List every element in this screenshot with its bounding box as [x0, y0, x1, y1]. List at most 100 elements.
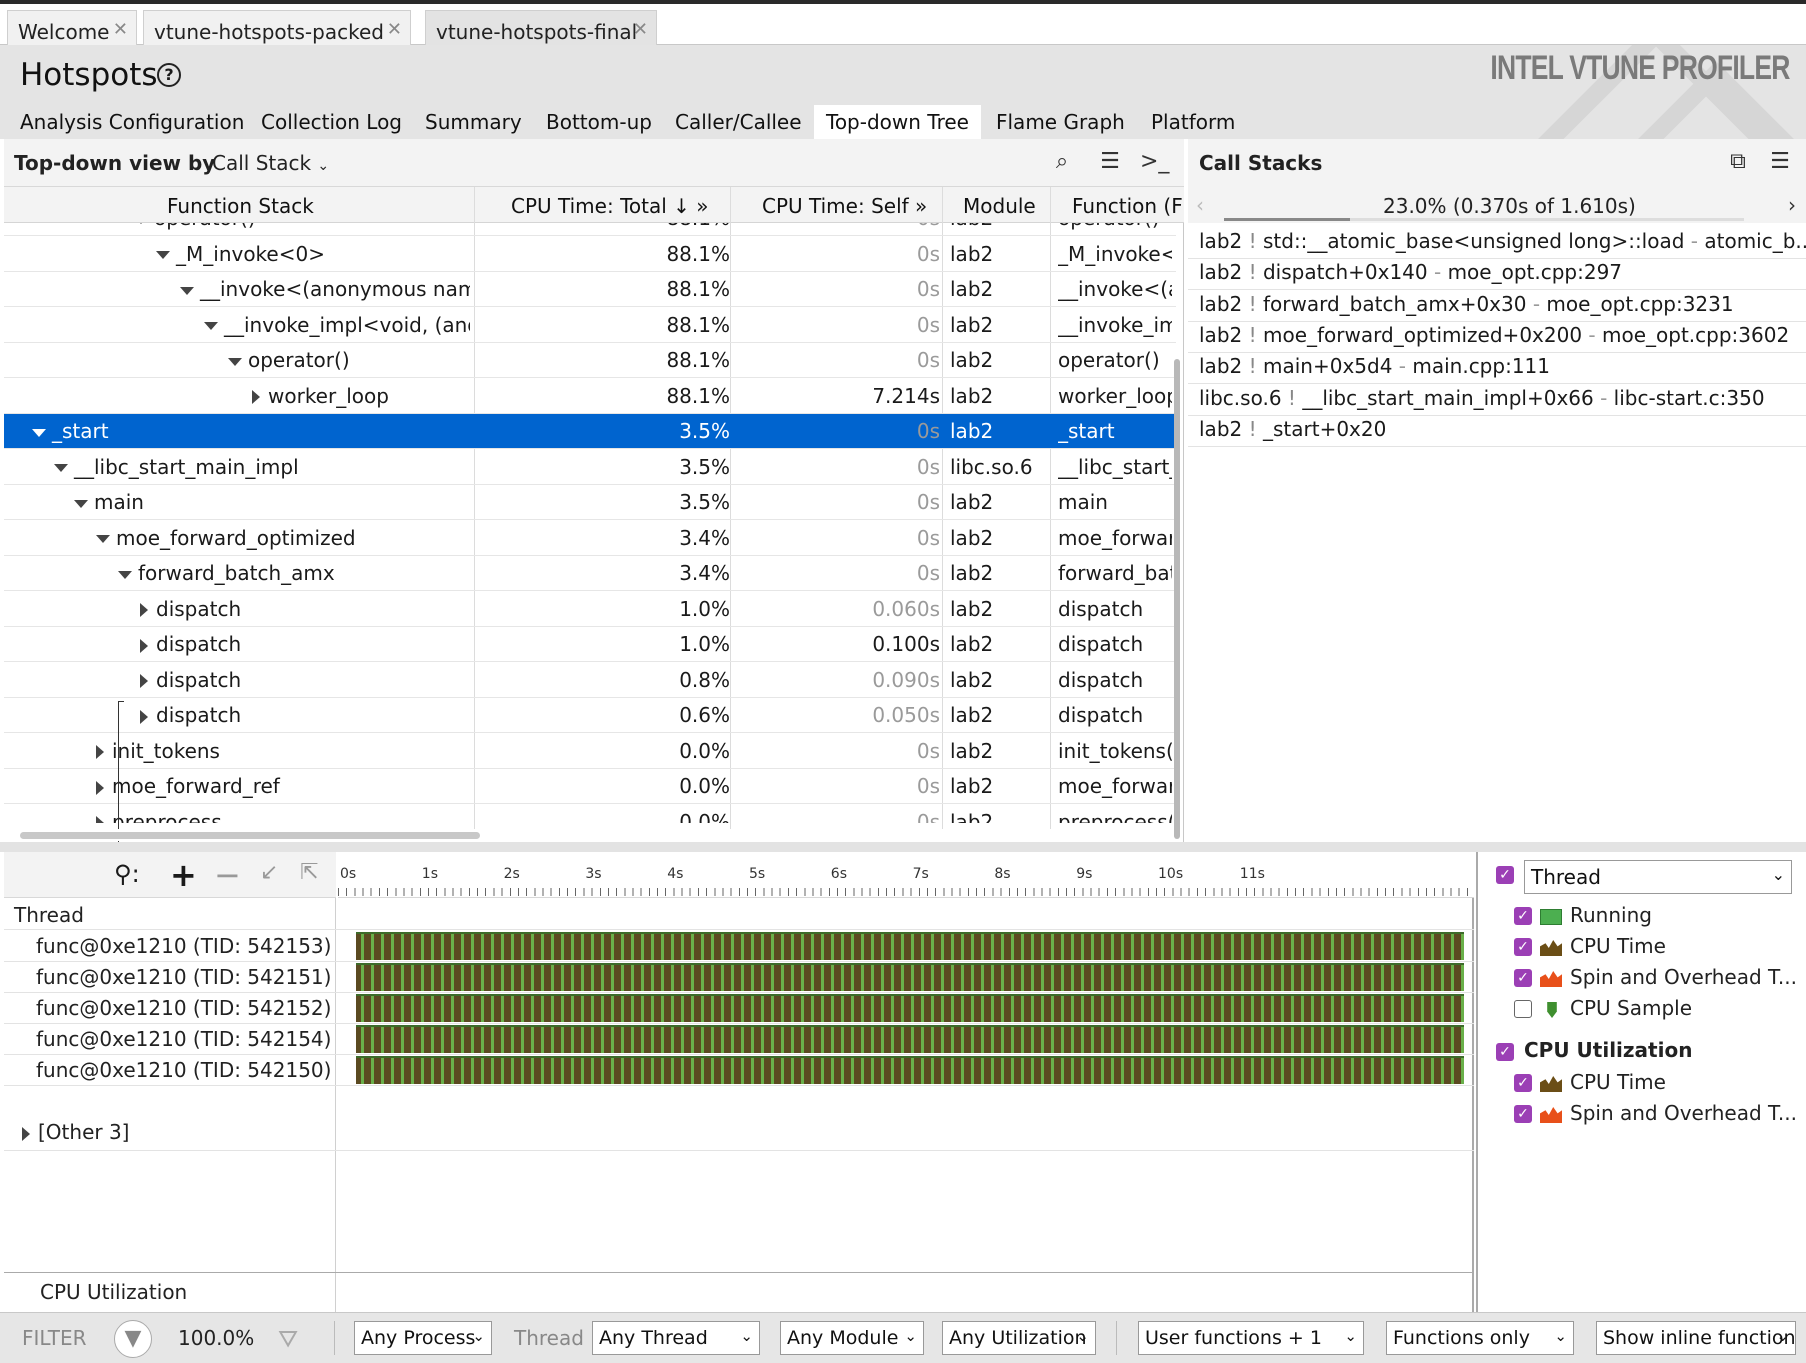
scroll-thumb[interactable]	[20, 832, 480, 839]
table-row[interactable]: operator() 88.1% 0s lab2 operator()	[4, 223, 1176, 236]
chevron-left-icon[interactable]: ‹	[1196, 193, 1204, 217]
table-row[interactable]: moe_forward_optimized 3.4% 0s lab2 moe_forwa…	[4, 521, 1176, 556]
collapse-icon[interactable]	[156, 251, 170, 259]
close-icon[interactable]: ✕	[113, 19, 128, 40]
table-row[interactable]: forward_batch_amx 3.4% 0s lab2 forward_bat	[4, 556, 1176, 591]
table-row[interactable]: worker_loop 88.1% 7.214s lab2 worker_loop	[4, 379, 1176, 414]
table-row[interactable]: dispatch 1.0% 0.060s lab2 dispatch	[4, 592, 1176, 627]
panel-splitter[interactable]	[0, 842, 1806, 852]
column-function-stack[interactable]: Function Stack	[167, 194, 314, 218]
chevron-right-icon[interactable]: ›	[1788, 193, 1796, 217]
legend-checkbox[interactable]: ✓	[1514, 1105, 1532, 1123]
horizontal-scrollbar[interactable]	[10, 829, 1170, 841]
expand-icon[interactable]	[96, 816, 104, 823]
collapse-icon[interactable]	[74, 499, 88, 508]
column-cpu-time-self[interactable]: CPU Time: Self »	[762, 194, 927, 218]
inline-functions-select[interactable]: Show inline functions ⌄	[1596, 1321, 1796, 1355]
column-cpu-time-total[interactable]: CPU Time: Total ↓ »	[511, 194, 709, 218]
table-row[interactable]: __invoke<(anonymous names88.1%0slab2__in…	[4, 272, 1176, 307]
tab-top-down-tree[interactable]: Top-down Tree	[814, 105, 981, 139]
expand-icon[interactable]	[140, 674, 148, 688]
collapse-icon[interactable]	[204, 322, 218, 330]
table-row[interactable]: __invoke_impl<void, (anon 88.1% 0s lab2 __in…	[4, 308, 1176, 343]
thread-label[interactable]: func@0xe1210 (TID: 542150)	[36, 1058, 331, 1082]
expand-icon[interactable]	[96, 780, 104, 795]
table-row[interactable]: _M_invoke<0> 88.1% 0s lab2 _M_invoke<0	[4, 237, 1176, 272]
undo-zoom-icon[interactable]: ↙	[260, 860, 278, 885]
collapse-icon[interactable]	[32, 428, 46, 437]
tab-vtune-hotspots-packed[interactable]: vtune-hotspots-packed ✕	[143, 10, 411, 49]
thread-activity-track[interactable]	[356, 1056, 1464, 1084]
thread-activity-track[interactable]	[356, 932, 1464, 960]
expand-icon[interactable]	[96, 745, 104, 759]
expand-icon[interactable]	[140, 603, 148, 617]
column-function[interactable]: Function (F	[1072, 194, 1183, 218]
utilization-filter-select[interactable]: Any Utilization ⌄	[942, 1321, 1096, 1355]
thread-filter-select[interactable]: Any Thread ⌄	[592, 1321, 760, 1355]
zoom-search-icon[interactable]: ⚲:	[114, 860, 140, 888]
legend-checkbox[interactable]	[1514, 1000, 1532, 1018]
expand-icon[interactable]	[140, 638, 148, 653]
thread-type-select[interactable]: Thread ⌄	[1524, 860, 1792, 894]
table-row[interactable]: dispatch 0.8% 0.090s lab2 dispatch	[4, 663, 1176, 698]
tab-flame-graph[interactable]: Flame Graph	[984, 105, 1137, 139]
legend-checkbox[interactable]: ✓	[1514, 1074, 1532, 1092]
legend-checkbox[interactable]: ✓	[1514, 907, 1532, 925]
search-icon[interactable]: ⌕	[1048, 149, 1076, 177]
clear-filter-icon[interactable]: ⛛	[278, 1325, 298, 1353]
close-icon[interactable]: ✕	[633, 19, 648, 40]
table-row[interactable]: __libc_start_main_impl 3.5% 0s libc.so.6 __l…	[4, 450, 1176, 485]
tab-caller-callee[interactable]: Caller/Callee	[663, 105, 814, 139]
terminal-icon[interactable]: >_	[1140, 149, 1169, 177]
expand-columns-icon[interactable]: »	[915, 194, 927, 218]
table-row[interactable]: init_tokens 0.0% 0s lab2 init_tokens(	[4, 734, 1176, 769]
reset-zoom-icon[interactable]: ⇱	[300, 860, 318, 885]
view-by-select[interactable]: Call Stack ⌄	[212, 151, 329, 175]
collapse-icon[interactable]	[228, 357, 242, 366]
tab-analysis-configuration[interactable]: Analysis Configuration	[8, 105, 256, 139]
thread-activity-track[interactable]	[356, 994, 1464, 1022]
zoom-out-icon[interactable]: −	[214, 856, 241, 894]
thread-label[interactable]: func@0xe1210 (TID: 542153)	[36, 934, 331, 958]
thread-activity-track[interactable]	[356, 1025, 1464, 1053]
thread-label[interactable]: func@0xe1210 (TID: 542154)	[36, 1027, 331, 1051]
table-row[interactable]: main 3.5% 0s lab2 main	[4, 485, 1176, 520]
table-row[interactable]: preprocess 0.0% 0s lab2 preprocess(	[4, 805, 1176, 823]
thread-label[interactable]: func@0xe1210 (TID: 542151)	[36, 965, 331, 989]
help-icon[interactable]: ?	[157, 63, 181, 87]
tab-collection-log[interactable]: Collection Log	[249, 105, 414, 139]
table-row[interactable]: moe_forward_ref 0.0% 0s lab2 moe_forwar	[4, 769, 1176, 804]
time-ruler[interactable]: 0s 1s 2s 3s 4s 5s 6s 7s 8s 9s 10s 11s	[338, 852, 1474, 898]
tab-welcome[interactable]: Welcome ✕	[7, 10, 137, 49]
tab-summary[interactable]: Summary	[413, 105, 534, 139]
table-row[interactable]: _start 3.5% 0s lab2 _start	[4, 414, 1176, 449]
settings-sliders-icon[interactable]: ☰	[1096, 149, 1124, 177]
cpu-utilization-checkbox[interactable]: ✓	[1496, 1043, 1514, 1061]
expand-icon[interactable]	[22, 1126, 30, 1141]
thread-checkbox[interactable]: ✓	[1496, 866, 1514, 884]
call-stack-frame[interactable]: lab2 ! _start+0x20	[1188, 411, 1806, 447]
collapse-icon[interactable]	[134, 223, 148, 224]
user-functions-select[interactable]: User functions + 1 ⌄	[1138, 1321, 1364, 1355]
legend-checkbox[interactable]: ✓	[1514, 969, 1532, 987]
thread-label[interactable]: func@0xe1210 (TID: 542152)	[36, 996, 331, 1020]
expand-icon[interactable]	[140, 709, 148, 724]
thread-activity-track[interactable]	[356, 963, 1464, 991]
table-row[interactable]: dispatch 0.6% 0.050s lab2 dispatch	[4, 698, 1176, 733]
zoom-in-icon[interactable]: +	[170, 856, 197, 894]
collapse-icon[interactable]	[54, 464, 68, 472]
copy-icon[interactable]: ⧉	[1724, 149, 1752, 177]
close-icon[interactable]: ✕	[387, 19, 402, 40]
functions-only-select[interactable]: Functions only ⌄	[1386, 1321, 1574, 1355]
legend-checkbox[interactable]: ✓	[1514, 938, 1532, 956]
other-threads-row[interactable]: [Other 3]	[22, 1120, 129, 1144]
tab-bottom-up[interactable]: Bottom-up	[534, 105, 664, 139]
collapse-icon[interactable]	[180, 286, 194, 295]
vertical-scrollbar[interactable]	[1174, 359, 1180, 839]
filter-icon[interactable]: ▼	[114, 1320, 152, 1358]
expand-icon[interactable]	[252, 390, 260, 404]
table-row[interactable]: dispatch 1.0% 0.100s lab2 dispatch	[4, 627, 1176, 662]
tab-platform[interactable]: Platform	[1139, 105, 1247, 139]
collapse-icon[interactable]	[118, 570, 132, 579]
table-row[interactable]: operator() 88.1% 0s lab2 operator()	[4, 343, 1176, 378]
